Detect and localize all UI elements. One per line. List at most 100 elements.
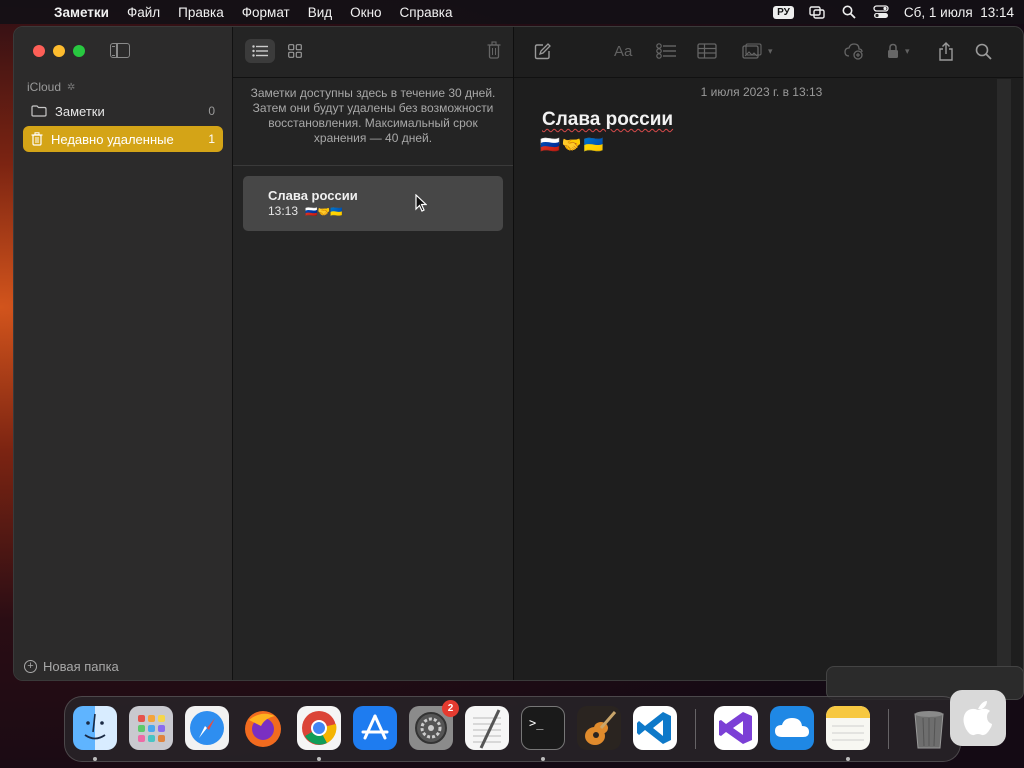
new-note-button[interactable] <box>534 41 551 61</box>
window-controls <box>33 45 85 57</box>
share-button[interactable] <box>938 41 954 61</box>
menu-help[interactable]: Справка <box>400 5 453 20</box>
sidebar-item-recently-deleted[interactable]: Недавно удаленные 1 <box>23 126 223 152</box>
dock-system-settings-icon[interactable]: 2 <box>409 700 459 750</box>
list-view-button[interactable] <box>245 39 275 63</box>
plus-circle-icon: + <box>24 660 37 673</box>
spotlight-search-icon[interactable] <box>840 5 858 19</box>
sidebar-item-label: Заметки <box>55 103 105 119</box>
dock-separator <box>695 709 696 749</box>
chevron-down-icon: ▾ <box>768 45 773 56</box>
screen-mirroring-icon[interactable] <box>808 5 826 19</box>
table-button[interactable] <box>697 41 717 61</box>
note-title-text: Слава россии <box>542 109 674 130</box>
notification-badge: 2 <box>442 700 459 717</box>
new-folder-label: Новая папка <box>43 659 119 674</box>
dock-visual-studio-icon[interactable] <box>714 706 758 750</box>
trash-icon <box>31 132 43 146</box>
list-toolbar <box>233 27 513 78</box>
svg-text:>_: >_ <box>529 716 544 730</box>
collaborate-icon <box>844 43 863 60</box>
lock-icon <box>888 43 898 58</box>
table-icon <box>697 43 717 59</box>
account-label: iCloud <box>27 80 62 94</box>
delete-trash-icon[interactable] <box>487 41 501 59</box>
note-editor: Aa ▾ ▾ 1 июля 2023 г. в 13:13 Слава росс… <box>514 27 1023 680</box>
note-item-time: 13:13 <box>268 204 299 218</box>
menu-view[interactable]: Вид <box>308 5 332 20</box>
note-item-title: Слава россии <box>268 188 358 203</box>
sidebar-item-label: Недавно удаленные <box>51 131 174 147</box>
share-icon <box>939 41 953 61</box>
note-body-emoji[interactable]: 🇷🇺🤝🇺🇦 <box>540 135 1023 155</box>
sync-spinner-icon: ✲ <box>67 81 76 93</box>
sidebar-item-notes[interactable]: Заметки 0 <box>23 98 223 124</box>
notes-list-pane: Заметки доступны здесь в течение 30 дней… <box>233 27 514 680</box>
dock-icloud-icon[interactable] <box>770 706 814 750</box>
note-list-item[interactable]: Слава россии 13:13 🇷🇺🤝🇺🇦 <box>243 176 503 231</box>
media-button[interactable]: ▾ <box>742 41 773 61</box>
menu-clock[interactable]: Сб, 1 июля 13:14 <box>904 5 1014 20</box>
notes-window: iCloud ✲ Заметки 0 Недавно удаленные 1 +… <box>13 26 1024 681</box>
list-view-icon <box>252 45 268 57</box>
account-header: iCloud ✲ <box>27 80 75 94</box>
gallery-view-button[interactable] <box>280 39 310 63</box>
dock-running-indicator <box>846 757 850 761</box>
dock-running-indicator <box>317 757 321 761</box>
collaborate-button[interactable] <box>844 41 864 61</box>
dock-finder-icon[interactable] <box>73 706 117 750</box>
grid-view-icon <box>288 44 302 58</box>
folder-count: 0 <box>208 104 215 118</box>
apple-logo-icon <box>950 690 1006 746</box>
folder-count: 1 <box>208 132 215 146</box>
dock-textedit-icon[interactable] <box>465 706 509 750</box>
folder-icon <box>31 105 47 117</box>
menu-file[interactable]: Файл <box>127 5 160 20</box>
close-button[interactable] <box>33 45 45 57</box>
chevron-down-icon: ▾ <box>905 45 910 56</box>
dock-launchpad-icon[interactable] <box>129 706 173 750</box>
menu-edit[interactable]: Правка <box>178 5 224 20</box>
dock-separator <box>888 709 889 749</box>
editor-scrollbar[interactable] <box>997 79 1011 680</box>
control-center-icon[interactable] <box>872 5 890 19</box>
dock: 2 >_ <box>64 696 961 762</box>
search-button[interactable] <box>975 41 992 61</box>
photo-icon <box>742 43 762 59</box>
format-text-button[interactable]: Aa <box>614 41 632 61</box>
lock-note-button[interactable]: ▾ <box>887 41 910 61</box>
dock-vscode-icon[interactable] <box>633 706 677 750</box>
dock-running-indicator <box>541 757 545 761</box>
search-icon <box>975 43 992 60</box>
retention-notice: Заметки доступны здесь в течение 30 дней… <box>233 78 513 166</box>
note-editor-title[interactable]: Слава россии <box>542 109 1023 131</box>
dock-terminal-icon[interactable]: >_ <box>521 706 565 750</box>
dock-firefox-icon[interactable] <box>241 706 285 750</box>
zoom-button[interactable] <box>73 45 85 57</box>
note-item-preview: 🇷🇺🤝🇺🇦 <box>305 207 343 218</box>
menu-app-name[interactable]: Заметки <box>54 5 109 20</box>
dock-notes-icon[interactable] <box>826 706 870 750</box>
menu-bar: Заметки Файл Правка Формат Вид Окно Спра… <box>0 0 1024 24</box>
sidebar-toggle-icon[interactable] <box>110 43 130 58</box>
new-folder-button[interactable]: + Новая папка <box>24 659 119 674</box>
dock-trash-icon[interactable] <box>907 706 951 750</box>
checklist-button[interactable] <box>656 41 676 61</box>
checklist-icon <box>656 43 676 59</box>
sidebar: iCloud ✲ Заметки 0 Недавно удаленные 1 +… <box>14 27 233 680</box>
dock-chrome-icon[interactable] <box>297 706 341 750</box>
menu-format[interactable]: Формат <box>242 5 290 20</box>
input-source-indicator[interactable]: РУ <box>773 5 794 19</box>
dock-app-store-icon[interactable] <box>353 706 397 750</box>
text-format-icon: Aa <box>614 42 633 60</box>
dock-safari-icon[interactable] <box>185 706 229 750</box>
mouse-pointer-icon <box>415 194 427 212</box>
dock-garageband-icon[interactable] <box>577 706 621 750</box>
note-date: 1 июля 2023 г. в 13:13 <box>700 85 823 99</box>
menu-window[interactable]: Окно <box>350 5 381 20</box>
minimize-button[interactable] <box>53 45 65 57</box>
compose-icon <box>534 42 551 59</box>
dock-running-indicator <box>93 757 97 761</box>
note-item-meta: 13:13 🇷🇺🤝🇺🇦 <box>268 204 503 218</box>
editor-toolbar: Aa ▾ ▾ <box>514 27 1023 78</box>
